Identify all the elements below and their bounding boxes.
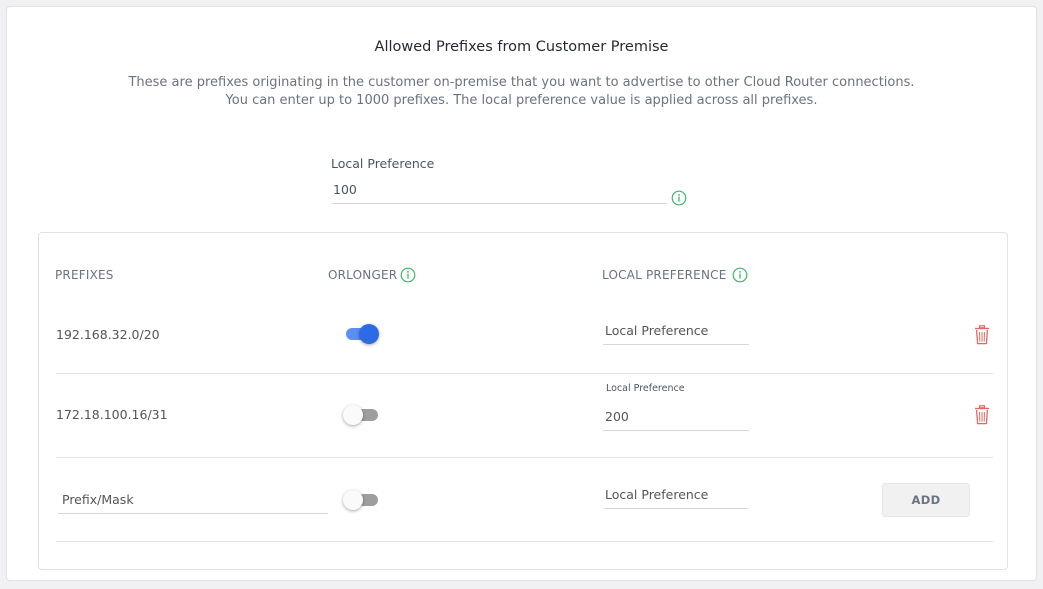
prefix-mask-input[interactable]: [58, 486, 328, 514]
new-local-preference-input[interactable]: [603, 481, 749, 509]
prefix-value: 192.168.32.0/20: [56, 327, 160, 342]
row-local-preference-input[interactable]: [603, 403, 749, 431]
row-local-preference-label: Local Preference: [606, 383, 685, 394]
toggle-knob: [343, 405, 363, 425]
column-header-local-preference-label: LOCAL PREFERENCE: [602, 268, 727, 282]
description-line-2: You can enter up to 1000 prefixes. The l…: [225, 93, 818, 108]
global-local-preference-label: Local Preference: [331, 156, 435, 171]
row-divider: [56, 457, 993, 458]
column-header-prefixes: PREFIXES: [55, 268, 114, 282]
trash-icon[interactable]: [974, 325, 990, 345]
info-icon[interactable]: [671, 190, 687, 206]
section-description: These are prefixes originating in the cu…: [7, 74, 1036, 110]
orlonger-toggle-off[interactable]: [343, 488, 381, 512]
section-title: Allowed Prefixes from Customer Premise: [374, 39, 669, 55]
prefix-value: 172.18.100.16/31: [56, 407, 168, 422]
row-divider: [56, 373, 993, 374]
column-header-local-preference: LOCAL PREFERENCE: [602, 268, 727, 282]
prefixes-table: PREFIXES ORLONGER LOCAL PREFERENCE 192.1…: [38, 232, 1008, 570]
column-header-orlonger-label: ORLONGER: [328, 268, 398, 282]
add-button[interactable]: ADD: [882, 483, 970, 517]
row-local-preference-input[interactable]: [603, 317, 749, 345]
description-line-1: These are prefixes originating in the cu…: [128, 75, 915, 90]
column-header-orlonger: ORLONGER: [328, 268, 397, 282]
allowed-prefixes-card: Allowed Prefixes from Customer Premise T…: [6, 6, 1037, 581]
info-icon[interactable]: [732, 267, 748, 283]
toggle-knob: [343, 490, 363, 510]
orlonger-toggle-on[interactable]: [343, 322, 381, 346]
trash-icon[interactable]: [974, 405, 990, 425]
orlonger-toggle-off[interactable]: [343, 403, 381, 427]
toggle-knob: [359, 324, 379, 344]
global-local-preference: Local Preference: [331, 156, 687, 206]
info-icon[interactable]: [400, 267, 416, 283]
global-local-preference-input[interactable]: [331, 176, 667, 204]
row-divider: [56, 541, 993, 542]
